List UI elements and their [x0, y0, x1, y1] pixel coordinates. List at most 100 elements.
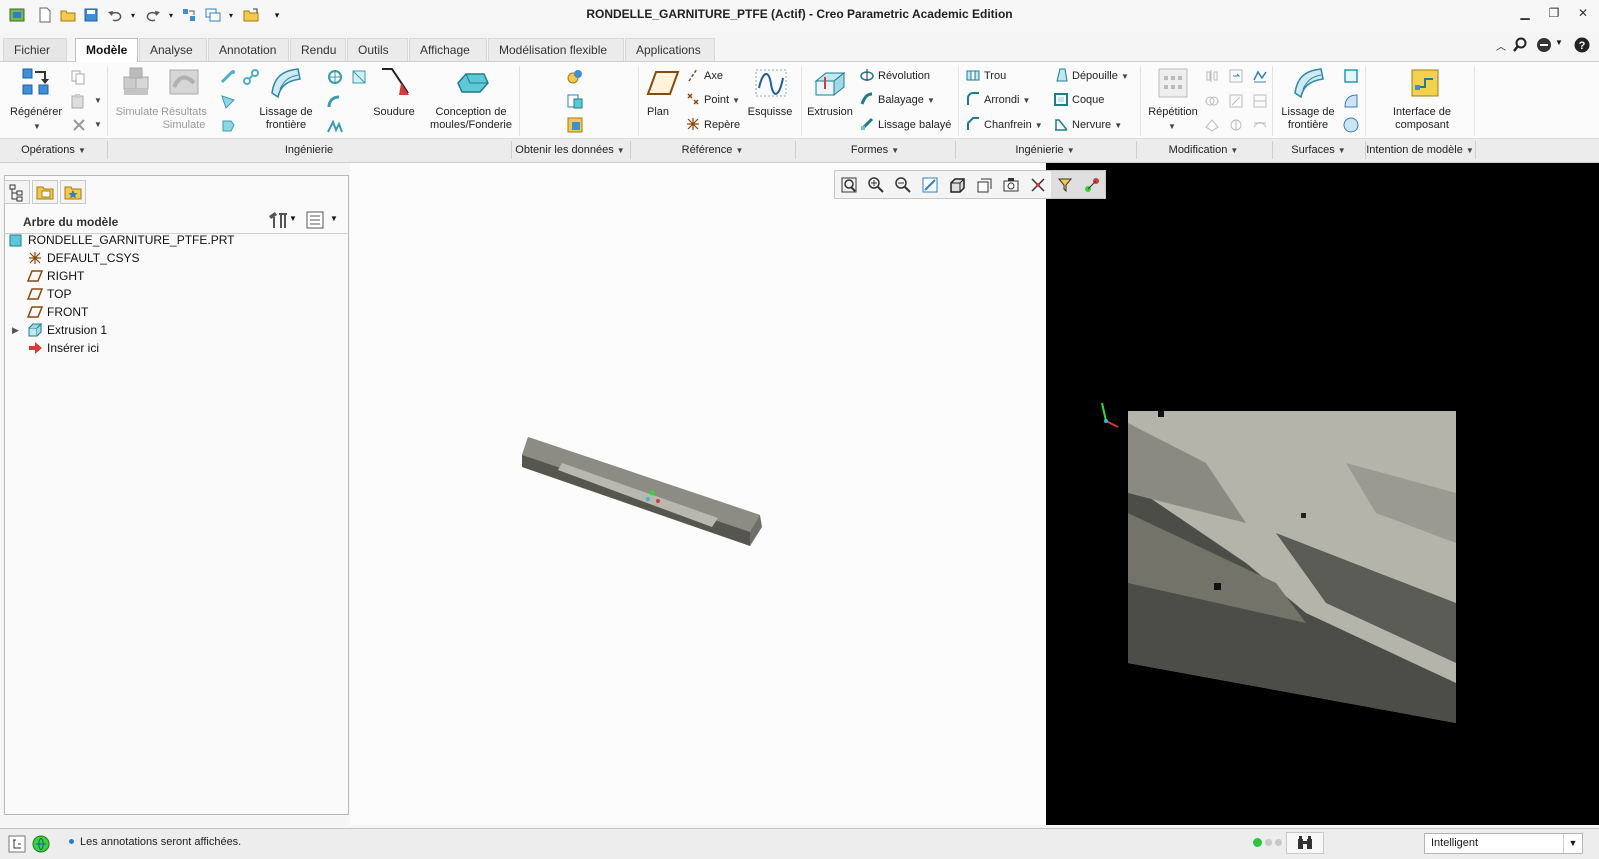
close-button[interactable]: ✕: [1574, 6, 1592, 24]
navigator-toggle-icon[interactable]: [8, 835, 26, 856]
sweep-tool-icon[interactable]: [219, 68, 237, 89]
revolve-button[interactable]: Révolution: [860, 68, 930, 82]
component-interface-label[interactable]: Interface de composant: [1380, 106, 1464, 132]
view-manager-icon[interactable]: [997, 171, 1024, 198]
pipe-icon[interactable]: [326, 93, 344, 114]
sketch-icon[interactable]: [754, 68, 788, 101]
regenerate-dropdown-icon[interactable]: ▼: [33, 120, 41, 133]
draft-button[interactable]: Dépouille ▼: [1054, 68, 1129, 82]
delete-icon[interactable]: [71, 117, 87, 136]
selection-filter-dropdown[interactable]: Intelligent ▼: [1424, 833, 1583, 854]
filter-dropdown-arrow-icon[interactable]: ▼: [1563, 834, 1582, 853]
datum-axis-button[interactable]: Axe: [686, 68, 723, 82]
boundary-blend-label[interactable]: Lissage de frontière: [256, 106, 316, 132]
component-interface-icon[interactable]: [1409, 67, 1441, 102]
copy-icon[interactable]: [70, 69, 86, 88]
refit-icon[interactable]: [835, 171, 862, 198]
boundary-blend-icon[interactable]: [268, 65, 304, 102]
minimize-button[interactable]: ▁: [1516, 6, 1534, 24]
rib-button[interactable]: Nervure ▼: [1054, 117, 1122, 131]
sketch-label[interactable]: Esquisse: [742, 106, 798, 119]
regenerate-label[interactable]: Régénérer: [6, 106, 66, 119]
datum-csys-button[interactable]: Repère: [686, 117, 740, 131]
expand-arrow-icon[interactable]: ▶: [12, 325, 27, 336]
restore-button[interactable]: ❐: [1545, 6, 1563, 24]
tree-settings-dropdown-icon[interactable]: ▼: [289, 214, 297, 223]
tab-rendu[interactable]: Rendu: [290, 38, 346, 61]
merge-icon[interactable]: [1204, 93, 1220, 112]
surface-boundary-blend-label[interactable]: Lissage de frontière: [1278, 106, 1338, 132]
freestyle-icon[interactable]: [1343, 117, 1359, 136]
tree-settings-icon[interactable]: [266, 210, 288, 233]
browser-toggle-icon[interactable]: [32, 835, 50, 856]
tree-item-insert-here[interactable]: Insérer ici: [27, 339, 99, 357]
solidify-icon[interactable]: [1204, 117, 1220, 136]
extrude-icon[interactable]: [812, 67, 848, 102]
shrinkwrap-data-icon[interactable]: [566, 116, 584, 137]
favorites-tab[interactable]: [60, 180, 86, 204]
datum-plane-label[interactable]: Plan: [636, 106, 680, 119]
graphics-window[interactable]: [350, 163, 1046, 825]
simulate-label[interactable]: Simulate: [111, 106, 163, 119]
help-icon[interactable]: ?: [1574, 37, 1590, 56]
paste-icon[interactable]: [70, 93, 86, 112]
community-icon[interactable]: [1536, 37, 1554, 56]
datum-point-button[interactable]: Point ▼: [686, 92, 740, 106]
weld-label[interactable]: Soudure: [368, 106, 420, 119]
repaint-icon[interactable]: [916, 171, 943, 198]
folder-browser-tab[interactable]: [32, 180, 58, 204]
multibody-icon[interactable]: [326, 68, 344, 89]
mold-design-label[interactable]: Conception de moules/Fonderie: [428, 106, 514, 132]
tab-modelisation-flexible[interactable]: Modélisation flexible: [488, 38, 624, 61]
zoom-out-icon[interactable]: [889, 171, 916, 198]
group-editing[interactable]: Modification ▼: [1136, 144, 1271, 156]
group-engineering-2[interactable]: Ingénierie ▼: [955, 144, 1135, 156]
tree-item-front[interactable]: FRONT: [26, 303, 88, 321]
group-get-data[interactable]: Obtenir les données ▼: [511, 144, 629, 156]
washer-model[interactable]: [350, 163, 1046, 825]
simulate-icon[interactable]: [121, 67, 151, 102]
weld-icon[interactable]: [379, 65, 411, 102]
tree-item-top[interactable]: TOP: [26, 285, 71, 303]
swept-blend-button[interactable]: Lissage balayé: [860, 117, 951, 131]
tree-show-dropdown-icon[interactable]: ▼: [330, 214, 338, 223]
fill-surface-icon[interactable]: [1343, 68, 1359, 87]
extend-icon[interactable]: [1228, 68, 1244, 87]
pattern-dropdown-icon[interactable]: ▼: [1168, 120, 1176, 133]
collapse-ribbon-icon[interactable]: ︿: [1496, 38, 1506, 53]
style-icon[interactable]: [1343, 93, 1359, 112]
hole-button[interactable]: Trou: [966, 68, 1006, 82]
datum-display-filters-icon[interactable]: [1051, 171, 1078, 198]
harness-tool-icon[interactable]: [219, 117, 237, 138]
shell-button[interactable]: Coque: [1054, 92, 1104, 106]
find-button[interactable]: [1286, 832, 1324, 854]
tab-fichier[interactable]: Fichier ▼: [3, 38, 67, 70]
saved-orientations-icon[interactable]: [970, 171, 997, 198]
intersect-icon[interactable]: [1252, 93, 1268, 112]
copy-geometry-icon[interactable]: [566, 92, 584, 113]
mirror-icon[interactable]: [1204, 68, 1220, 87]
sweep-button[interactable]: Balayage ▼: [860, 92, 935, 106]
tree-item-right[interactable]: RIGHT: [26, 267, 84, 285]
tab-affichage[interactable]: Affichage: [409, 38, 487, 61]
surface-boundary-blend-icon[interactable]: [1291, 65, 1327, 102]
search-icon[interactable]: [1512, 37, 1528, 56]
annotation-display-icon[interactable]: [1078, 171, 1105, 198]
user-defined-feature-icon[interactable]: [566, 68, 584, 89]
group-surfaces[interactable]: Surfaces ▼: [1272, 144, 1365, 156]
model-tree-tab[interactable]: [4, 180, 30, 204]
wrap-icon[interactable]: [1252, 117, 1268, 136]
group-model-intent[interactable]: Intention de modèle ▼: [1365, 144, 1475, 156]
tab-outils[interactable]: Outils: [347, 38, 408, 61]
mold-design-icon[interactable]: [454, 70, 490, 99]
group-datum[interactable]: Référence ▼: [630, 144, 795, 156]
tree-item-csys[interactable]: DEFAULT_CSYS: [27, 249, 139, 267]
secondary-view-window[interactable]: [1046, 163, 1599, 825]
shrinkwrap-icon[interactable]: [350, 68, 368, 89]
group-operations[interactable]: Opérations ▼: [0, 144, 107, 156]
tree-item-part[interactable]: RONDELLE_GARNITURE_PTFE.PRT: [8, 231, 235, 249]
tab-applications[interactable]: Applications: [625, 38, 715, 61]
group-shapes[interactable]: Formes ▼: [795, 144, 955, 156]
perspective-view-icon[interactable]: [1024, 171, 1051, 198]
simulate-results-icon[interactable]: [168, 67, 200, 102]
